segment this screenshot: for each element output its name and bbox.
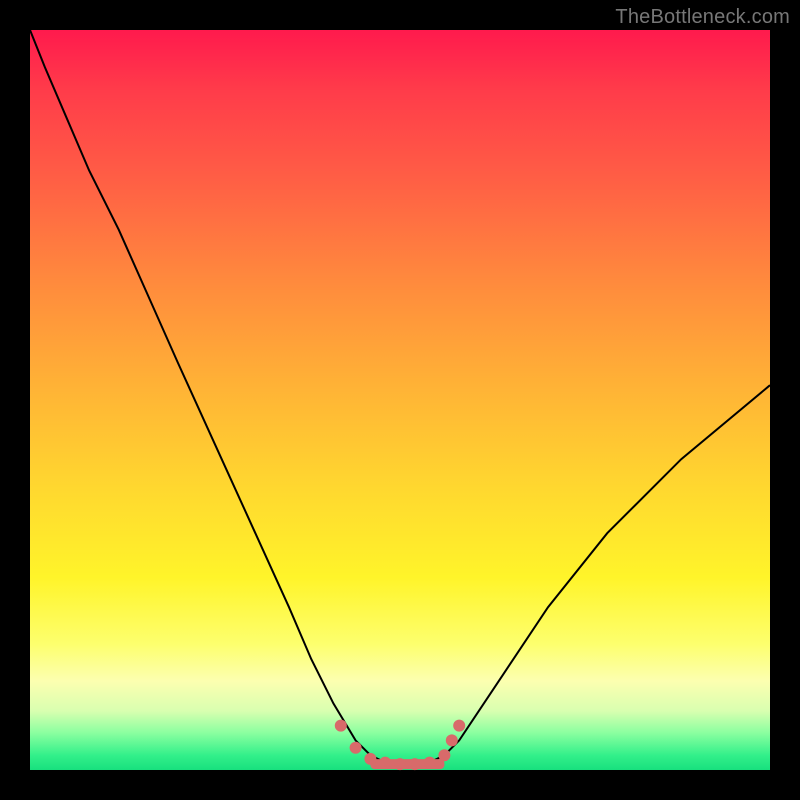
trough-marker bbox=[409, 758, 421, 770]
chart-frame: TheBottleneck.com bbox=[0, 0, 800, 800]
trough-marker bbox=[453, 720, 465, 732]
trough-marker bbox=[350, 742, 362, 754]
trough-marker bbox=[424, 757, 436, 769]
trough-marker bbox=[394, 758, 406, 770]
curve-svg bbox=[30, 30, 770, 770]
trough-marker bbox=[446, 734, 458, 746]
trough-markers bbox=[335, 720, 465, 771]
watermark-text: TheBottleneck.com bbox=[615, 6, 790, 29]
bottleneck-curve bbox=[30, 30, 770, 766]
trough-marker bbox=[438, 749, 450, 761]
trough-marker bbox=[379, 757, 391, 769]
plot-area bbox=[30, 30, 770, 770]
trough-marker bbox=[335, 720, 347, 732]
trough-marker bbox=[364, 753, 376, 765]
